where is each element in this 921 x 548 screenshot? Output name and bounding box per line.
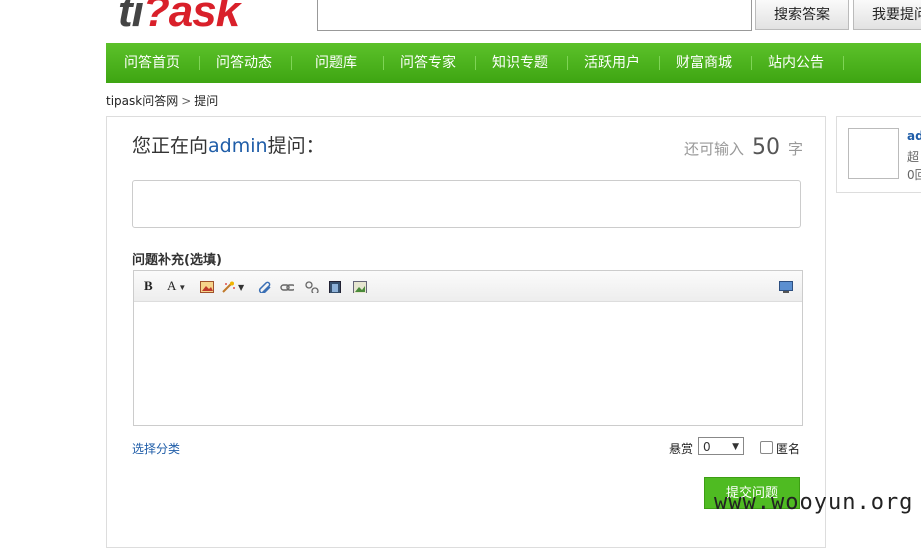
reward-select[interactable]: 0 ▼ — [698, 437, 744, 455]
nav-activity[interactable]: 问答动态 — [216, 43, 272, 83]
breadcrumb-separator: > — [181, 94, 192, 108]
avatar[interactable] — [848, 128, 899, 179]
image-icon[interactable] — [200, 279, 214, 293]
bold-icon[interactable]: B — [144, 279, 153, 293]
counter-value: 50 — [751, 135, 780, 160]
select-category-link[interactable]: 选择分类 — [132, 440, 180, 457]
nav-divider — [567, 56, 568, 70]
supplement-label: 问题补充(选填) — [132, 253, 222, 268]
question-title-input[interactable] — [132, 180, 801, 228]
user-answer-count: 0回 — [907, 168, 921, 182]
title-prefix: 您正在向 — [132, 135, 209, 157]
breadcrumb-current: 提问 — [194, 94, 219, 108]
font-color-icon[interactable]: A ▼ — [167, 279, 186, 293]
anonymous-checkbox[interactable] — [760, 441, 773, 454]
main-nav: 问答首页 问答动态 问题库 问答专家 知识专题 活跃用户 财富商城 站内公告 — [106, 43, 921, 83]
counter-suffix: 字 — [787, 140, 803, 158]
nav-divider — [475, 56, 476, 70]
nav-divider — [199, 56, 200, 70]
attachment-icon[interactable] — [258, 279, 272, 293]
anonymous-label: 匿名 — [776, 442, 801, 456]
chevron-down-icon: ▼ — [732, 442, 739, 452]
site-logo[interactable]: ti?ask — [118, 0, 240, 36]
editor-toolbar: B A ▼ ▼ — [134, 271, 802, 302]
nav-store[interactable]: 财富商城 — [676, 43, 732, 83]
target-user[interactable]: admin — [208, 135, 268, 157]
nav-topics[interactable]: 知识专题 — [492, 43, 548, 83]
ask-panel: 您正在向admin提问： 还可输入50字 问题补充(选填) B A▼ ▼ — [106, 116, 826, 548]
nav-divider — [659, 56, 660, 70]
title-suffix: 提问： — [267, 135, 325, 157]
search-input[interactable] — [317, 0, 752, 31]
fullscreen-icon[interactable] — [779, 279, 793, 293]
breadcrumb: tipask问答网 > 提问 — [106, 92, 218, 109]
rich-text-editor[interactable]: B A ▼ ▼ — [133, 270, 803, 426]
emoticon-icon[interactable]: ▼ — [222, 279, 244, 293]
nav-active-users[interactable]: 活跃用户 — [584, 43, 640, 83]
unlink-icon[interactable] — [305, 279, 319, 293]
user-name[interactable]: ad — [907, 129, 921, 143]
chevron-down-icon: ▼ — [178, 283, 187, 292]
nav-divider — [843, 56, 844, 70]
page-title: 您正在向admin提问： — [132, 131, 325, 158]
user-card: ad 超 0回 — [836, 116, 921, 193]
reward-label: 悬赏 — [669, 442, 694, 456]
nav-experts[interactable]: 问答专家 — [400, 43, 456, 83]
video-icon[interactable] — [329, 279, 343, 293]
counter-prefix: 还可输入 — [683, 140, 744, 158]
font-color-glyph: A — [167, 278, 177, 293]
nav-divider — [291, 56, 292, 70]
nav-announcements[interactable]: 站内公告 — [768, 43, 824, 83]
user-title: 超 — [907, 150, 920, 164]
breadcrumb-home[interactable]: tipask问答网 — [106, 94, 178, 108]
nav-divider — [751, 56, 752, 70]
ask-question-button[interactable]: 我要提问 — [853, 0, 921, 30]
watermark: www.wooyun.org — [714, 490, 914, 515]
nav-home[interactable]: 问答首页 — [124, 43, 180, 83]
reward-value: 0 — [703, 440, 711, 454]
logo-text-1: ti — [118, 0, 144, 36]
nav-questions[interactable]: 问题库 — [315, 43, 357, 83]
char-counter: 还可输入 50 字 — [684, 135, 803, 160]
search-answer-button[interactable]: 搜索答案 — [755, 0, 849, 30]
nav-divider — [383, 56, 384, 70]
logo-text-2: ?ask — [142, 0, 240, 36]
gallery-icon[interactable] — [353, 279, 367, 293]
link-icon[interactable] — [280, 279, 294, 293]
chevron-down-icon: ▼ — [238, 283, 245, 292]
